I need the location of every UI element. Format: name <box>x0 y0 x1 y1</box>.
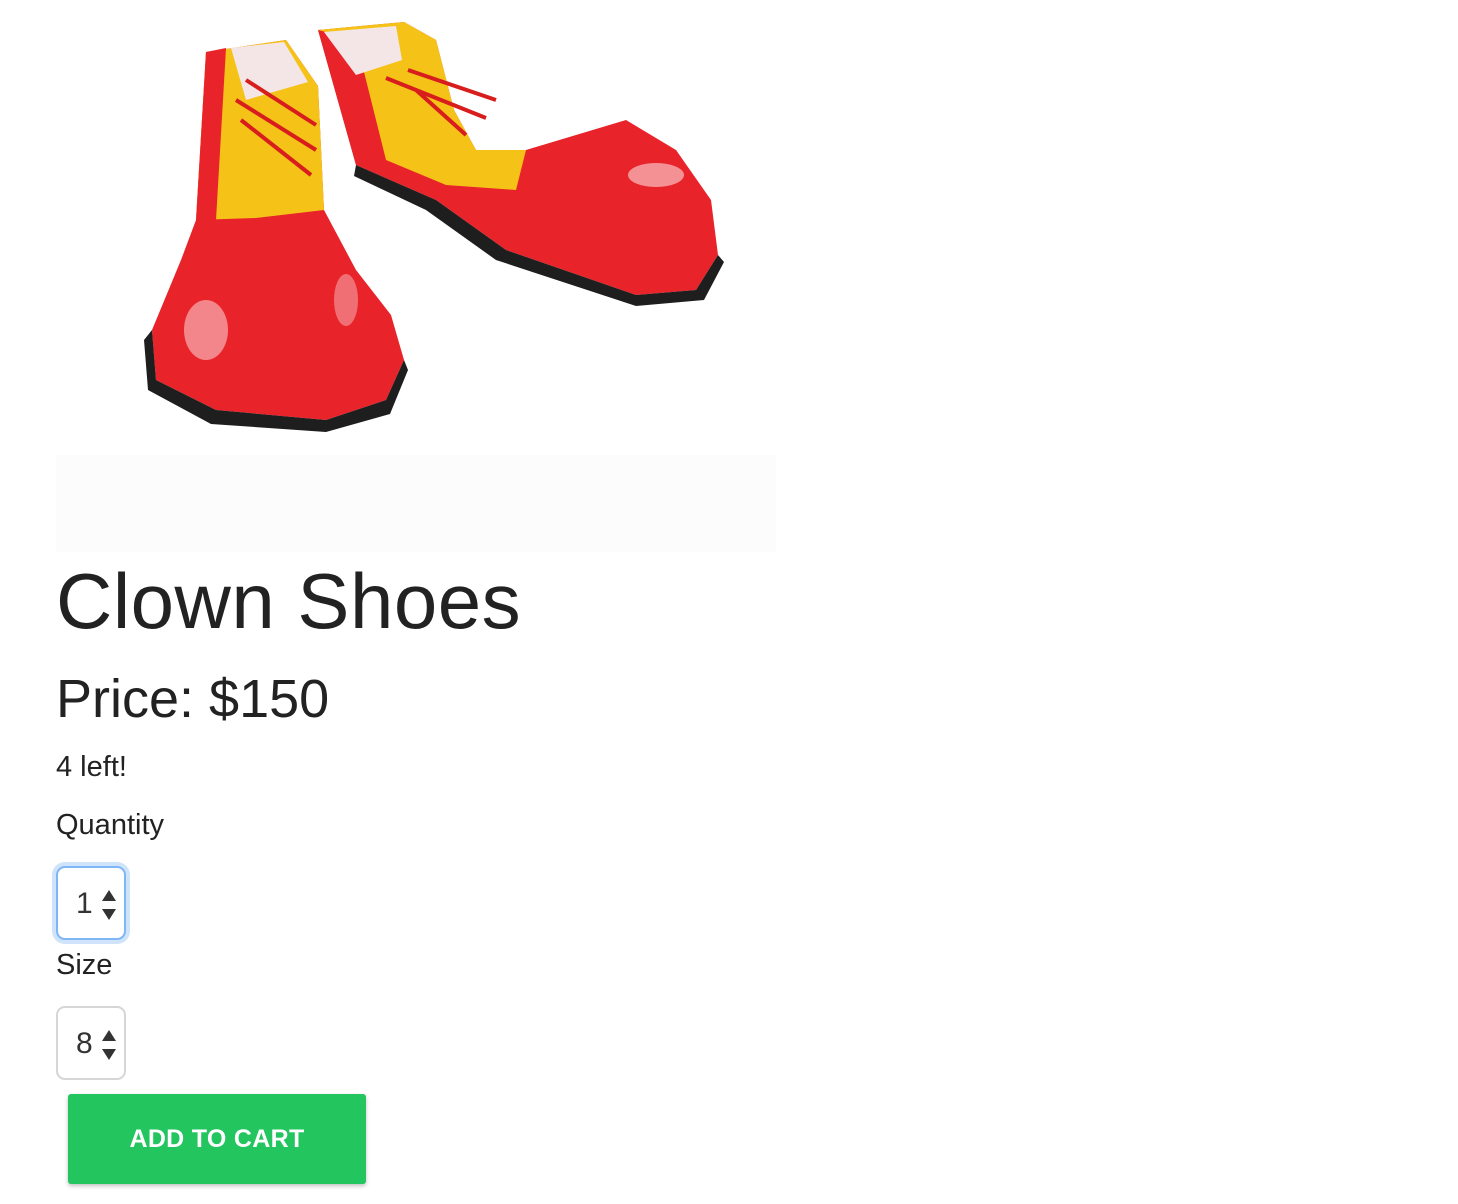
product-price: Price: $150 <box>56 669 330 729</box>
stepper-arrows-icon[interactable] <box>100 888 118 922</box>
quantity-stepper[interactable]: 1 <box>56 866 126 940</box>
clown-shoes-image <box>56 0 776 552</box>
product-page: Clown Shoes Price: $150 4 left! Quantity… <box>0 0 1458 1204</box>
size-label: Size <box>56 949 113 981</box>
size-stepper[interactable]: 8 <box>56 1006 126 1080</box>
product-image <box>56 0 776 552</box>
stock-status: 4 left! <box>56 751 127 783</box>
quantity-label: Quantity <box>56 809 164 841</box>
add-to-cart-button[interactable]: ADD TO CART <box>68 1094 366 1184</box>
stepper-arrows-icon[interactable] <box>100 1028 118 1062</box>
product-title: Clown Shoes <box>56 557 522 645</box>
size-value: 8 <box>76 1027 93 1060</box>
quantity-value: 1 <box>76 887 93 920</box>
